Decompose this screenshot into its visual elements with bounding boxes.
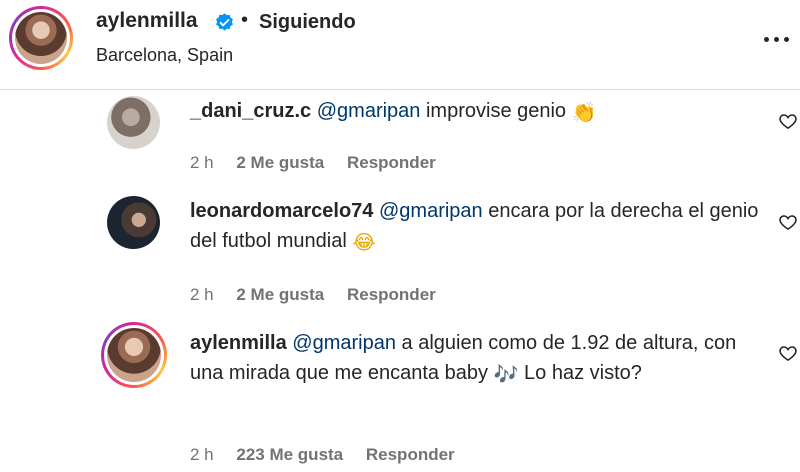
avatar[interactable]	[101, 322, 167, 388]
clapping-hands-emoji-icon: 👏	[571, 100, 597, 124]
tears-of-joy-emoji-icon: 😂	[352, 230, 376, 254]
comment-meta: 2 h 2 Me gusta Responder	[190, 153, 454, 173]
comment-likes[interactable]: 223 Me gusta	[236, 445, 343, 464]
comment-body: _dani_cruz.c @gmaripan improvise genio 👏	[190, 96, 760, 126]
comment-meta: 2 h 2 Me gusta Responder	[190, 285, 454, 305]
post-header: aylenmilla • Siguiendo Barcelona, Spain	[0, 0, 800, 90]
comment-username[interactable]: aylenmilla	[190, 332, 287, 354]
follow-status-button[interactable]: Siguiendo	[259, 11, 356, 34]
more-options-icon[interactable]	[758, 24, 794, 54]
comment-body: aylenmilla @gmaripan a alguien como de 1…	[190, 328, 760, 388]
reply-button[interactable]: Responder	[366, 445, 455, 464]
avatar[interactable]	[107, 196, 160, 249]
comment-body: leonardomarcelo74 @gmaripan encara por l…	[190, 196, 760, 256]
header-separator: •	[241, 9, 249, 31]
comment-username[interactable]: _dani_cruz.c	[190, 100, 311, 122]
author-username[interactable]: aylenmilla	[96, 9, 198, 33]
comment-time[interactable]: 2 h	[190, 285, 214, 304]
heart-icon[interactable]	[778, 212, 798, 232]
reply-button[interactable]: Responder	[347, 285, 436, 304]
comment-time[interactable]: 2 h	[190, 153, 214, 172]
comment-likes[interactable]: 2 Me gusta	[236, 153, 324, 172]
post-location[interactable]: Barcelona, Spain	[96, 45, 233, 66]
comment-mention[interactable]: @gmaripan	[379, 200, 483, 222]
reply-button[interactable]: Responder	[347, 153, 436, 172]
verified-badge-icon	[216, 13, 233, 31]
comment-likes[interactable]: 2 Me gusta	[236, 285, 324, 304]
comment-time[interactable]: 2 h	[190, 445, 214, 464]
avatar[interactable]	[107, 96, 160, 149]
heart-icon[interactable]	[778, 343, 798, 363]
comment-username[interactable]: leonardomarcelo74	[190, 200, 373, 222]
author-avatar[interactable]	[9, 6, 73, 70]
heart-icon[interactable]	[778, 111, 798, 131]
comment-mention[interactable]: @gmaripan	[317, 100, 421, 122]
comment-text: improvise genio	[425, 100, 567, 122]
comment-text-continued: Lo haz visto?	[524, 362, 642, 384]
comment-meta: 2 h 223 Me gusta Responder	[190, 445, 473, 465]
musical-notes-emoji-icon: 🎶	[493, 362, 519, 386]
comment-mention[interactable]: @gmaripan	[292, 332, 396, 354]
